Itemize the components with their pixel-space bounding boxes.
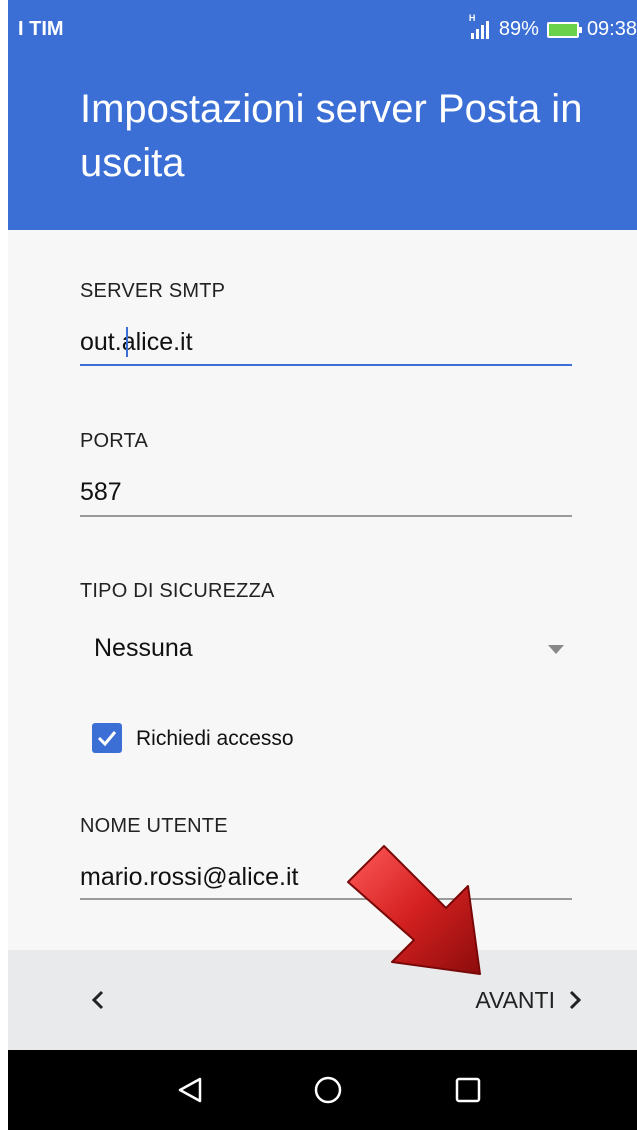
battery-percent: 89% — [498, 18, 539, 40]
clock: 09:38 — [586, 18, 637, 40]
back-button[interactable] — [78, 980, 118, 1020]
username-underline — [80, 898, 572, 900]
nav-home-button[interactable] — [308, 1070, 348, 1110]
status-indicators: H 89% 09:38 — [469, 13, 637, 41]
dropdown-arrow-icon[interactable] — [548, 645, 564, 654]
chevron-left-icon — [91, 990, 104, 1010]
recents-square-icon — [455, 1077, 481, 1103]
bottom-action-bar: AVANTI — [8, 950, 637, 1050]
status-bar: I TIM H 89% 09:38 — [8, 0, 637, 54]
smtp-server-underline — [80, 364, 572, 366]
settings-form: SERVER SMTP out.alice.it PORTA 587 TIPO … — [8, 230, 637, 950]
signal-icon: H — [469, 13, 489, 39]
security-type-select[interactable]: Nessuna — [94, 634, 193, 663]
port-underline — [80, 515, 572, 517]
text-cursor — [126, 327, 128, 357]
battery-icon — [546, 21, 582, 38]
carrier-name: I TIM — [18, 18, 64, 40]
smtp-server-label: SERVER SMTP — [80, 280, 226, 302]
port-input[interactable]: 587 — [80, 478, 122, 507]
page-title: Impostazioni server Posta in uscita — [80, 87, 583, 185]
chevron-right-icon — [569, 990, 582, 1010]
network-type: H — [468, 12, 476, 23]
require-login-checkbox[interactable] — [92, 723, 122, 753]
port-label: PORTA — [80, 430, 149, 452]
app-header: I TIM H 89% 09:38 Impostazioni server Po… — [8, 0, 637, 230]
nav-back-button[interactable] — [170, 1070, 210, 1110]
checkmark-icon — [97, 731, 117, 747]
next-button[interactable]: AVANTI — [475, 980, 585, 1020]
require-login-label[interactable]: Richiedi accesso — [136, 727, 294, 751]
username-label: NOME UTENTE — [80, 815, 228, 837]
system-nav-bar — [8, 1050, 637, 1130]
nav-recents-button[interactable] — [448, 1070, 488, 1110]
home-circle-icon — [314, 1076, 342, 1104]
next-button-label: AVANTI — [475, 986, 555, 1013]
smtp-server-input[interactable]: out.alice.it — [80, 328, 193, 357]
back-triangle-icon — [178, 1077, 202, 1103]
phone-screen: I TIM H 89% 09:38 Impostazioni server Po… — [8, 0, 637, 1130]
security-type-label: TIPO DI SICUREZZA — [80, 580, 275, 602]
username-input[interactable]: mario.rossi@alice.it — [80, 863, 298, 892]
